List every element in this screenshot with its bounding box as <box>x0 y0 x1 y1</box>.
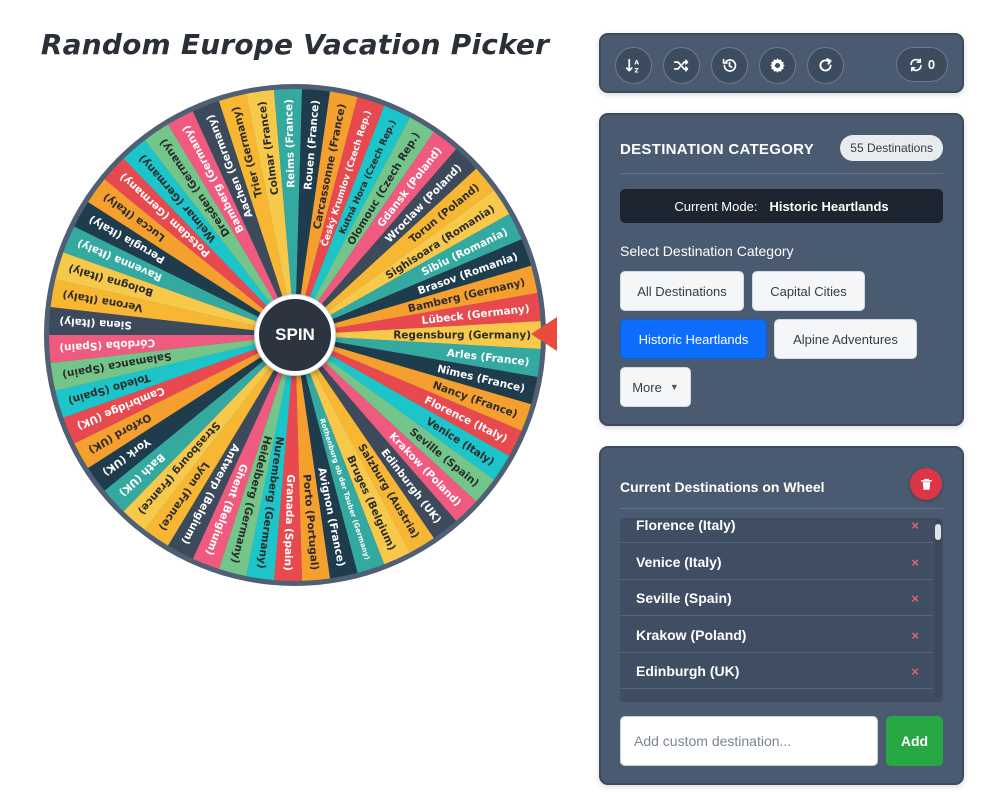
current-mode-value: Historic Heartlands <box>769 198 889 214</box>
current-destinations-panel: Current Destinations on Wheel Florence (… <box>599 446 964 785</box>
remove-icon[interactable]: × <box>911 653 919 689</box>
list-item: Florence (Italy) × <box>620 518 933 543</box>
destination-category-panel: DESTINATION CATEGORY 55 Destinations Cur… <box>599 113 964 426</box>
caret-down-icon: ▼ <box>669 382 679 392</box>
shuffle-icon <box>673 59 689 72</box>
select-category-label: Select Destination Category <box>620 243 794 259</box>
scrollbar-thumb[interactable] <box>935 524 941 540</box>
destination-name: Florence (Italy) <box>636 518 736 533</box>
current-mode-bar: Current Mode: Historic Heartlands <box>620 189 943 223</box>
current-destinations-title: Current Destinations on Wheel <box>620 479 825 495</box>
history-icon <box>722 58 737 72</box>
destination-name: Edinburgh (UK) <box>636 662 740 679</box>
shuffle-button[interactable] <box>663 47 700 84</box>
wheel-segment-label: Reims (France) <box>283 99 298 188</box>
spin-wheel[interactable]: Regensburg (Germany) Arles (France) Nîmes … <box>40 80 550 590</box>
category-title: DESTINATION CATEGORY <box>620 141 815 158</box>
destination-name: Krakow (Poland) <box>636 626 747 643</box>
category-capital-cities-button[interactable]: Capital Cities <box>752 271 865 311</box>
wheel-pointer-icon <box>531 317 557 351</box>
list-scrollbar[interactable] <box>935 520 941 698</box>
category-divider <box>620 173 943 174</box>
current-divider <box>620 508 943 509</box>
list-item: Seville (Spain) × <box>620 580 933 616</box>
history-button[interactable] <box>711 47 748 84</box>
trash-icon <box>920 478 932 490</box>
sort-icon: A Z <box>625 58 639 74</box>
toolbar-panel: A Z 0 <box>599 33 964 93</box>
current-mode-label: Current Mode: <box>674 198 758 214</box>
category-all-destinations-button[interactable]: All Destinations <box>620 271 744 311</box>
category-historic-heartlands-button[interactable]: Historic Heartlands <box>620 319 767 359</box>
refresh-icon <box>819 58 832 72</box>
category-more-dropdown[interactable]: More ▼ <box>620 367 691 407</box>
category-alpine-adventures-button[interactable]: Alpine Adventures <box>774 319 917 359</box>
destination-count-badge: 55 Destinations <box>840 135 943 161</box>
wheel-segment-label: Regensburg (Germany) <box>393 330 531 342</box>
more-label: More <box>632 379 662 395</box>
remove-icon[interactable]: × <box>911 544 919 580</box>
spin-counter-value: 0 <box>927 57 936 72</box>
clear-all-button[interactable] <box>910 468 942 500</box>
remove-icon[interactable]: × <box>911 617 919 653</box>
destination-name: Seville (Spain) <box>636 589 732 606</box>
remove-icon[interactable]: × <box>911 580 919 616</box>
gear-icon <box>770 58 785 73</box>
custom-destination-input[interactable] <box>620 716 878 766</box>
add-destination-button[interactable]: Add <box>886 716 943 766</box>
app-page: Random Europe Vacation Picker Regensburg… <box>0 0 986 792</box>
svg-text:A: A <box>634 60 639 67</box>
svg-text:Z: Z <box>634 67 639 74</box>
list-item: Krakow (Poland) × <box>620 617 933 653</box>
list-item: Edinburgh (UK) × <box>620 653 933 689</box>
sort-button[interactable]: A Z <box>615 47 652 84</box>
settings-button[interactable] <box>759 47 796 84</box>
reset-button[interactable] <box>807 47 844 84</box>
destination-list[interactable]: Florence (Italy) × Venice (Italy) × Sevi… <box>620 518 943 702</box>
page-title: Random Europe Vacation Picker <box>40 28 550 61</box>
remove-icon[interactable]: × <box>911 518 919 543</box>
list-item: Venice (Italy) × <box>620 544 933 580</box>
destination-name: Venice (Italy) <box>636 553 722 570</box>
spin-button[interactable]: SPIN <box>255 295 335 375</box>
sync-icon <box>910 58 922 71</box>
spin-counter-button[interactable]: 0 <box>896 47 948 82</box>
